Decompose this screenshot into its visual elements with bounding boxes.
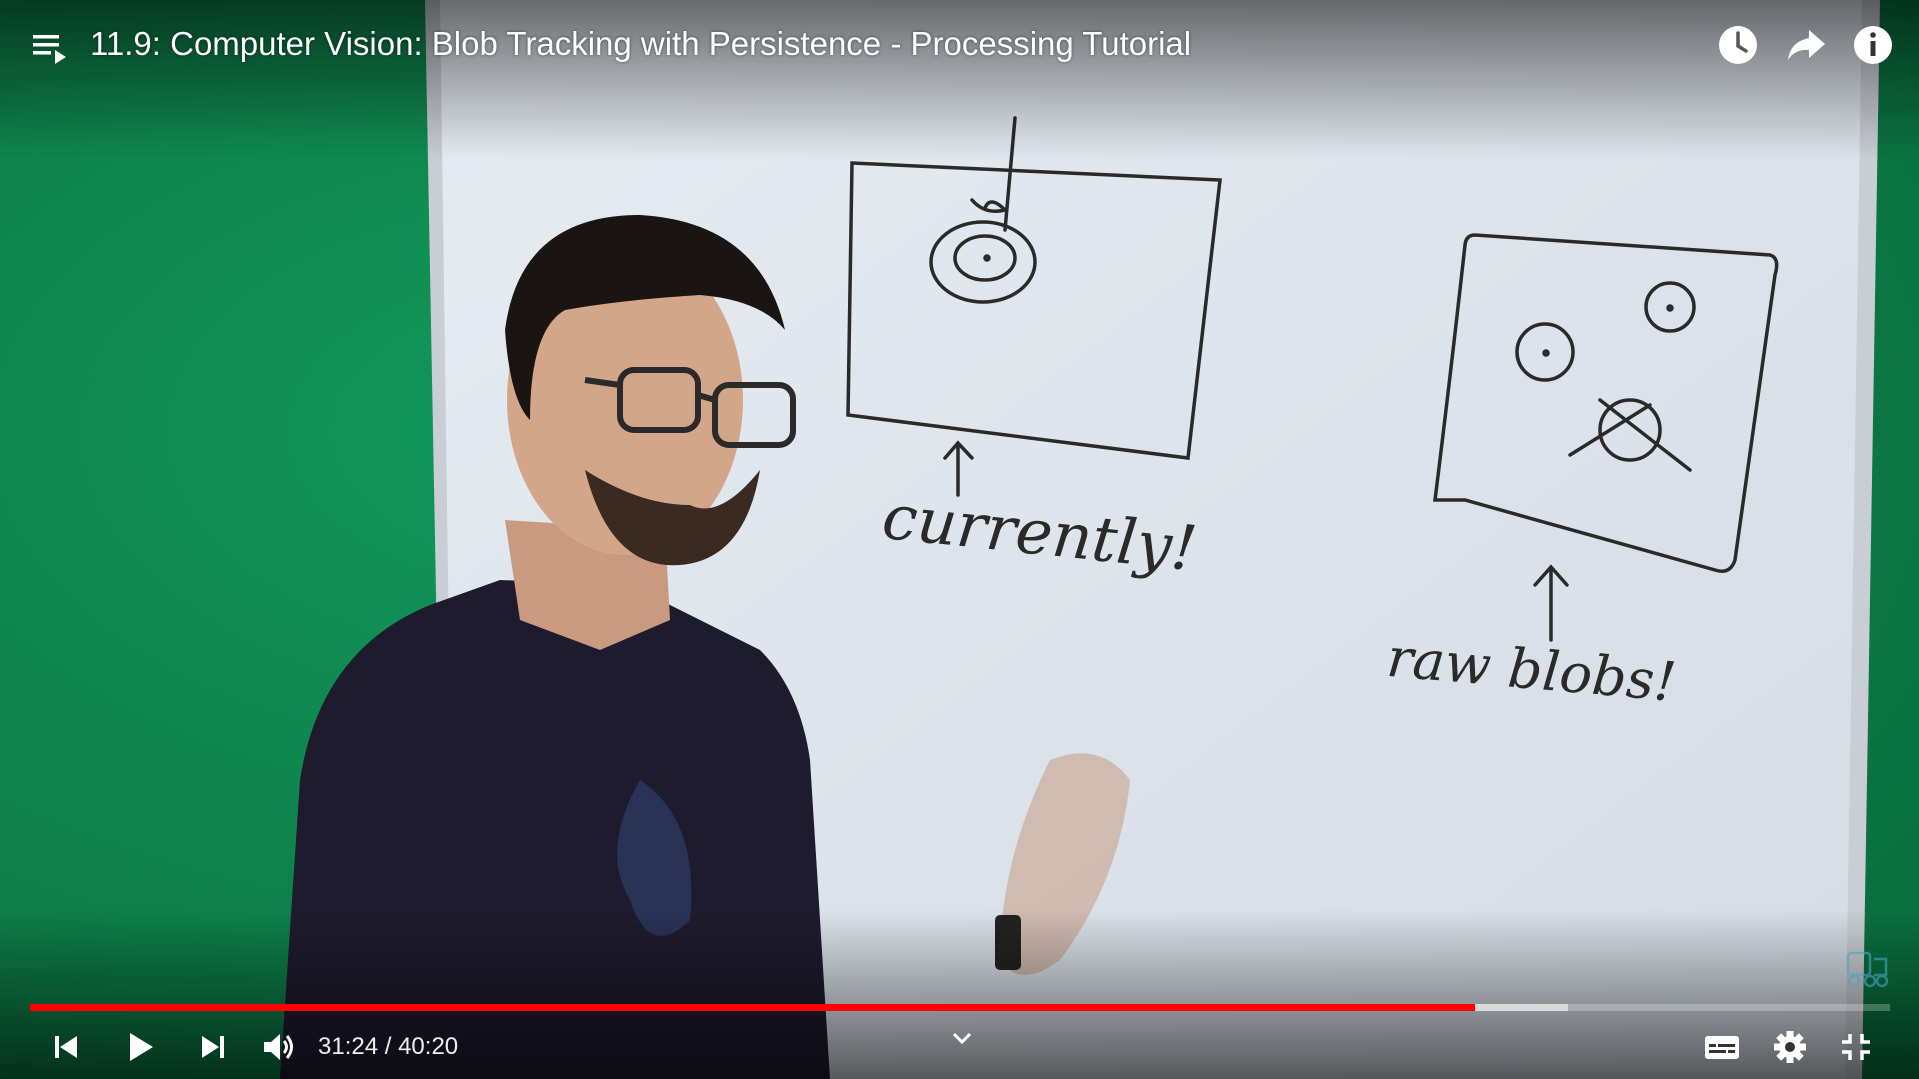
time-separator: / xyxy=(378,1033,399,1060)
chevron-down-icon[interactable] xyxy=(950,1030,974,1046)
watch-later-button[interactable] xyxy=(1713,20,1763,70)
play-icon xyxy=(130,1033,153,1061)
subtitles-button[interactable] xyxy=(1700,1028,1744,1066)
share-arrow-icon xyxy=(1788,30,1825,60)
previous-button[interactable] xyxy=(45,1028,89,1066)
skip-previous-icon xyxy=(55,1036,77,1058)
subtitles-icon xyxy=(1705,1036,1739,1059)
channel-watermark[interactable] xyxy=(1840,945,1890,990)
info-button[interactable] xyxy=(1848,20,1898,70)
progress-bar[interactable] xyxy=(30,1004,1890,1011)
play-button[interactable] xyxy=(118,1028,162,1066)
volume-button[interactable] xyxy=(258,1028,302,1066)
settings-button[interactable] xyxy=(1768,1028,1812,1066)
info-icon xyxy=(1854,26,1892,64)
video-player[interactable]: currently! raw blobs! 11.9: Computer Vis… xyxy=(0,0,1919,1079)
skip-next-icon xyxy=(202,1036,224,1058)
progress-played xyxy=(30,1004,1476,1011)
current-time: 31:24 xyxy=(318,1033,379,1060)
title-bar: 11.9: Computer Vision: Blob Tracking wit… xyxy=(0,0,1919,90)
volume-icon xyxy=(264,1034,293,1060)
exit-fullscreen-icon xyxy=(1842,1034,1870,1060)
gear-icon xyxy=(1774,1031,1806,1063)
duration: 40:20 xyxy=(398,1033,459,1060)
clock-icon xyxy=(1719,26,1757,64)
video-title[interactable]: 11.9: Computer Vision: Blob Tracking wit… xyxy=(90,24,1191,64)
next-button[interactable] xyxy=(190,1028,234,1066)
time-display: 31:24 / 40:20 xyxy=(318,1031,458,1063)
playlist-icon xyxy=(33,35,66,64)
playlist-button[interactable] xyxy=(30,28,70,68)
share-button[interactable] xyxy=(1781,20,1831,70)
exit-fullscreen-button[interactable] xyxy=(1834,1028,1878,1066)
